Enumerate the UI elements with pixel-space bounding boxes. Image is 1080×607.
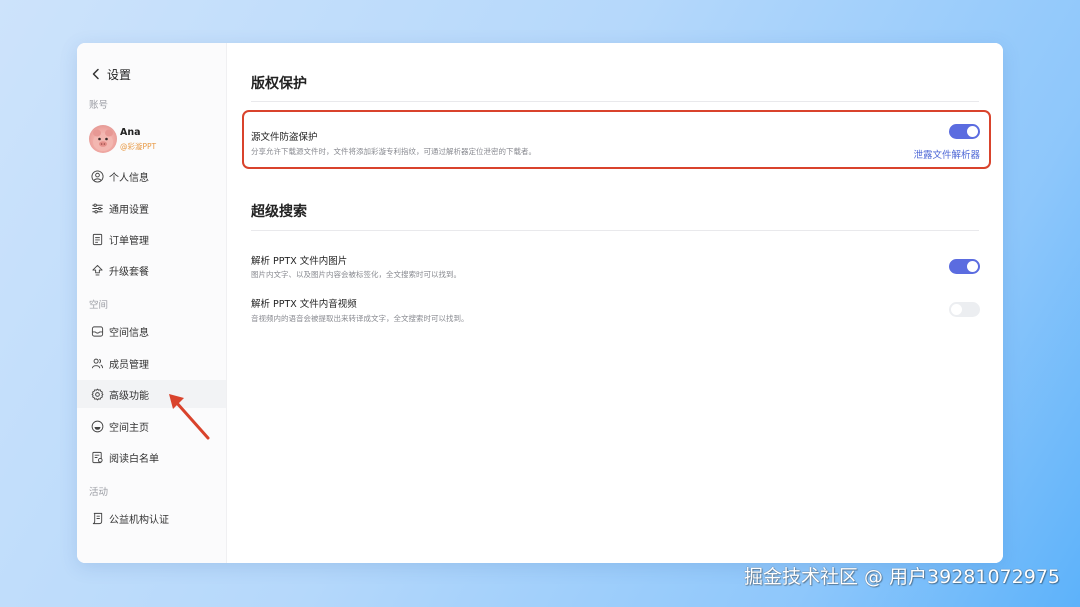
- sidebar-item-label: 通用设置: [109, 204, 149, 216]
- certificate-icon: [92, 512, 103, 524]
- sidebar-item-label: 高级功能: [109, 390, 149, 402]
- settings-title: 设置: [107, 67, 132, 82]
- divider: [251, 101, 979, 102]
- whitelist-icon: [92, 451, 103, 463]
- sidebar-item-upgrade[interactable]: 升级套餐: [77, 256, 226, 284]
- sidebar-item-label: 成员管理: [109, 359, 149, 371]
- red-arrow-annotation-icon: [169, 394, 210, 440]
- sidebar-item-label: 升级套餐: [109, 266, 149, 278]
- pig-avatar-icon: [93, 129, 113, 151]
- settings-window: 设置 账号 Ana @彩漩PPT 个人信息 通用设置 订单管理 升级套餐 空间 …: [77, 43, 1003, 563]
- user-handle: @彩漩PPT: [120, 142, 157, 151]
- gear-icon: [91, 388, 104, 400]
- section-title-copyright: 版权保护: [251, 76, 307, 92]
- section-title-super-search: 超级搜索: [251, 204, 307, 220]
- sidebar-item-read-whitelist[interactable]: 阅读白名单: [77, 443, 226, 471]
- sidebar-item-personal-info[interactable]: 个人信息: [77, 162, 226, 190]
- divider: [251, 230, 979, 231]
- members-icon: [91, 358, 104, 368]
- toggle-knob: [967, 261, 978, 272]
- source-protection-toggle[interactable]: [949, 124, 980, 139]
- setting-title-parse-av: 解析 PPTX 文件内音视频: [251, 299, 357, 310]
- watermark: 掘金技术社区 @ 用户39281072975: [743, 566, 1060, 588]
- toggle-knob: [967, 126, 978, 137]
- sidebar-item-members[interactable]: 成员管理: [77, 349, 226, 377]
- order-list-icon: [92, 233, 103, 245]
- sidebar-item-general-settings[interactable]: 通用设置: [77, 194, 226, 222]
- sidebar: 设置 账号 Ana @彩漩PPT 个人信息 通用设置 订单管理 升级套餐 空间 …: [77, 43, 227, 563]
- sidebar-item-label: 个人信息: [109, 172, 149, 184]
- chevron-left-icon: [92, 68, 99, 80]
- section-label-space: 空间: [89, 300, 109, 311]
- sidebar-item-label: 订单管理: [109, 235, 149, 247]
- setting-desc-parse-images: 图片内文字、以及图片内容会被标签化，全文搜索时可以找到。: [251, 270, 461, 279]
- sidebar-item-space-info[interactable]: 空间信息: [77, 317, 226, 345]
- leak-file-parser-link[interactable]: 泄露文件解析器: [913, 147, 980, 161]
- toggle-knob: [951, 304, 962, 315]
- setting-desc-parse-av: 音视频内的语音会被提取出来转译成文字，全文搜索时可以找到。: [251, 314, 469, 323]
- parse-av-toggle[interactable]: [949, 302, 980, 317]
- setting-title-parse-images: 解析 PPTX 文件内图片: [251, 256, 348, 267]
- sidebar-item-label: 空间信息: [109, 327, 149, 339]
- sidebar-item-charity-certification[interactable]: 公益机构认证: [77, 504, 226, 532]
- sliders-icon: [92, 203, 103, 213]
- sidebar-item-label: 阅读白名单: [109, 453, 159, 465]
- setting-desc-source-protection: 分享允许下载源文件时，文件将添加彩漩专利指纹，可通过解析器定位泄密的下载者。: [251, 147, 536, 156]
- setting-title-source-protection: 源文件防盗保护: [251, 132, 318, 143]
- sidebar-item-orders[interactable]: 订单管理: [77, 225, 226, 253]
- parse-images-toggle[interactable]: [949, 259, 980, 274]
- back-button[interactable]: 设置: [89, 65, 131, 83]
- sidebar-item-label: 公益机构认证: [109, 514, 169, 526]
- upgrade-icon: [92, 264, 103, 275]
- avatar: [89, 125, 117, 153]
- settings-content: 版权保护 源文件防盗保护 分享允许下载源文件时，文件将添加彩漩专利指纹，可通过解…: [235, 43, 1003, 563]
- account-profile[interactable]: Ana @彩漩PPT: [89, 125, 156, 153]
- inbox-icon: [91, 325, 104, 337]
- user-name: Ana: [120, 127, 141, 138]
- section-label-account: 账号: [89, 100, 109, 111]
- home-face-icon: [91, 420, 104, 432]
- sidebar-item-label: 空间主页: [109, 422, 149, 434]
- section-label-activity: 活动: [89, 487, 109, 498]
- user-circle-icon: [91, 169, 104, 183]
